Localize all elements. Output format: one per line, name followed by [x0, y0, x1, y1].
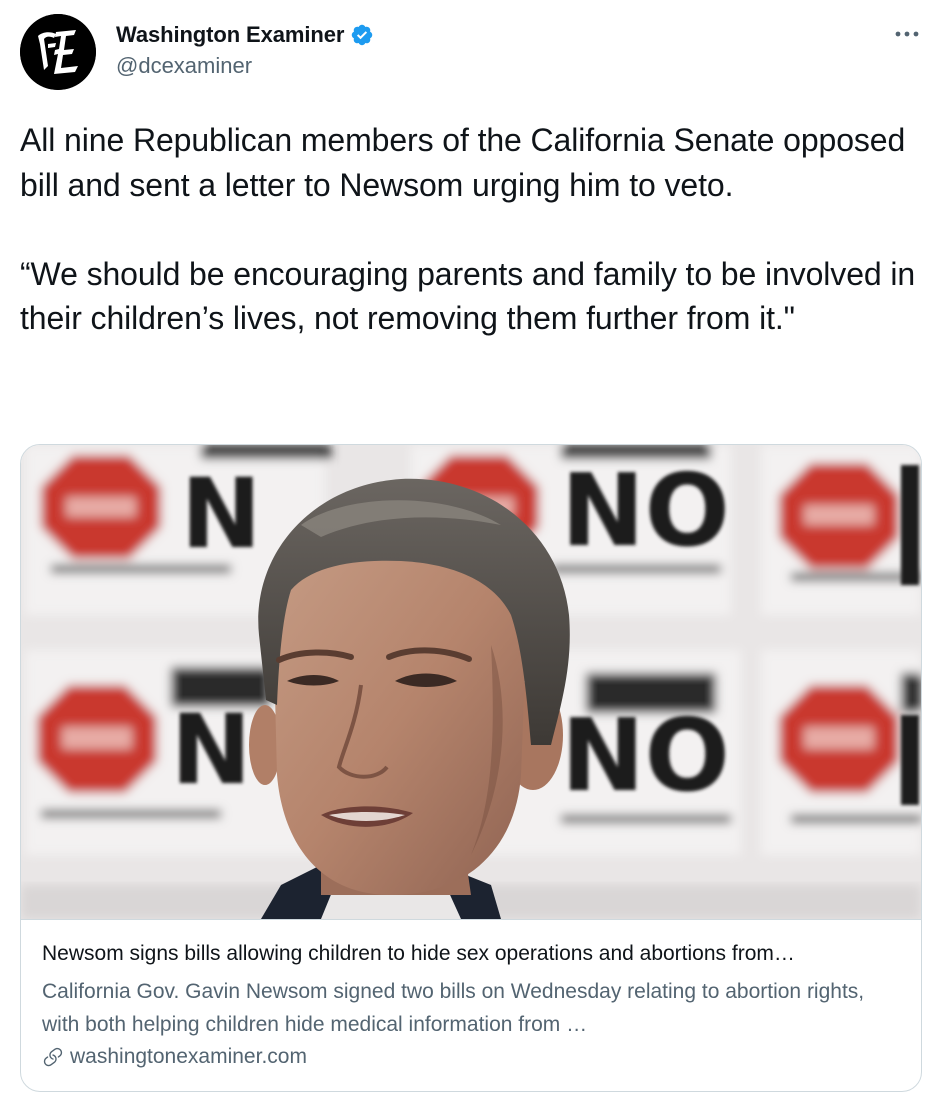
- verified-badge-icon: [350, 23, 374, 47]
- tweet-container: Washington Examiner @dcexaminer All nine…: [0, 0, 944, 1112]
- link-preview-card[interactable]: N NO N NO Newsom signs bills allowing ch…: [20, 444, 922, 1092]
- card-domain: washingtonexaminer.com: [70, 1045, 307, 1068]
- card-title[interactable]: Newsom signs bills allowing children to …: [42, 939, 902, 969]
- svg-text:NO: NO: [561, 697, 730, 814]
- author-handle[interactable]: @dcexaminer: [116, 53, 252, 79]
- svg-text:N: N: [171, 694, 251, 806]
- more-dots-icon: [895, 31, 919, 37]
- author-display-name[interactable]: Washington Examiner: [116, 22, 344, 48]
- card-domain-row[interactable]: washingtonexaminer.com: [42, 1042, 307, 1072]
- svg-text:N: N: [181, 458, 261, 570]
- card-description: California Gov. Gavin Newsom signed two …: [42, 980, 865, 1036]
- author-avatar[interactable]: [20, 14, 96, 90]
- more-options-button[interactable]: [892, 22, 922, 46]
- sign-no-text: NO: [561, 452, 730, 569]
- washington-examiner-logo-icon: [20, 14, 96, 90]
- article-photo-icon: N NO N NO: [21, 445, 921, 919]
- link-icon: [42, 1046, 64, 1068]
- author-name-row: Washington Examiner: [116, 20, 374, 50]
- tweet-text: All nine Republican members of the Calif…: [20, 122, 916, 336]
- card-image[interactable]: N NO N NO: [21, 445, 921, 920]
